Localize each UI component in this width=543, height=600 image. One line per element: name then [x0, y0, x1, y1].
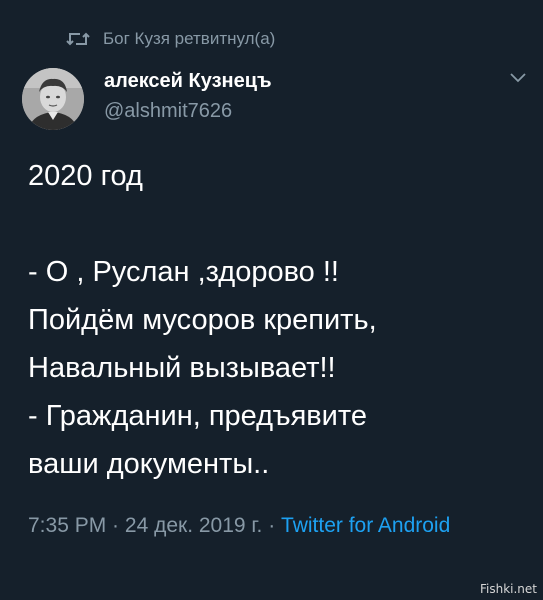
tweet-time[interactable]: 7:35 PM: [28, 514, 106, 537]
tweet-line: ваши документы..: [28, 448, 270, 480]
tweet[interactable]: Бог Кузя ретвитнул(а) алексей Кузнецъ @a…: [0, 0, 543, 600]
avatar[interactable]: [22, 68, 84, 130]
tweet-metadata: 7:35 PM · 24 дек. 2019 г. · Twitter for …: [28, 511, 508, 541]
watermark: Fishki.net: [479, 582, 537, 596]
meta-separator: ·: [106, 514, 125, 537]
tweet-line: - Гражданин, предъявите: [28, 400, 367, 432]
tweet-line: Пойдём мусоров крепить,: [28, 304, 377, 336]
author-name[interactable]: алексей Кузнецъ: [104, 70, 272, 93]
retweet-icon: [66, 30, 90, 48]
retweet-label[interactable]: Бог Кузя ретвитнул(а): [103, 29, 275, 49]
tweet-text: 2020 год - О , Руслан ,здорово !! Пойдём…: [28, 152, 523, 488]
tweet-line: Навальный вызывает!!: [28, 352, 336, 384]
retweet-context: Бог Кузя ретвитнул(а): [66, 27, 275, 51]
tweet-source-link[interactable]: Twitter for Android: [281, 514, 450, 537]
tweet-line: - О , Руслан ,здорово !!: [28, 256, 339, 288]
tweet-date[interactable]: 24 дек. 2019 г.: [125, 514, 262, 537]
chevron-down-icon[interactable]: [508, 70, 528, 84]
meta-separator: ·: [262, 514, 282, 537]
tweet-line: 2020 год: [28, 160, 143, 192]
author-handle[interactable]: @alshmit7626: [104, 100, 232, 123]
